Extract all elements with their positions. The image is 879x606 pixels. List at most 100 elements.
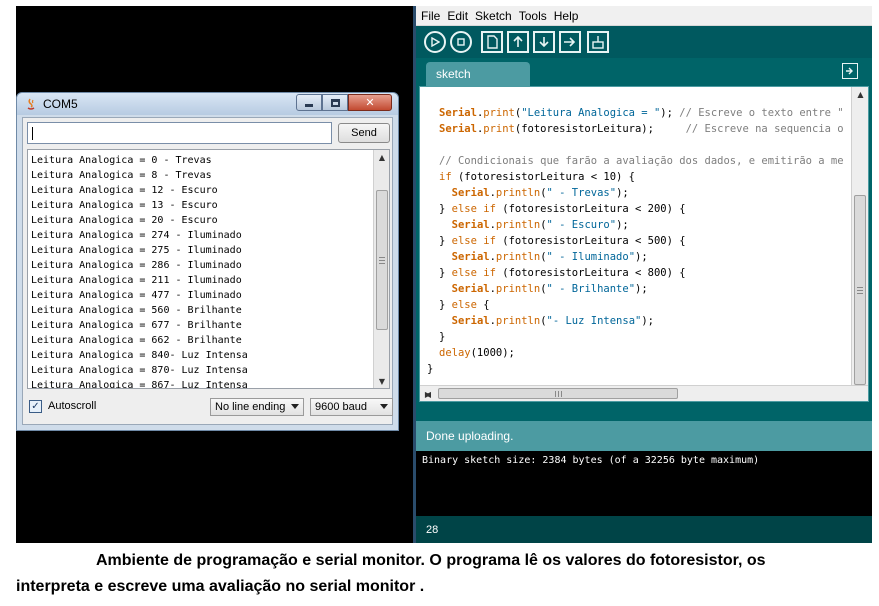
scroll-up-icon[interactable]: ▲	[852, 87, 868, 101]
new-icon[interactable]	[481, 31, 503, 53]
code-token: Serial	[451, 315, 490, 327]
editor-vertical-scrollbar[interactable]: ▲	[851, 87, 868, 387]
maximize-button[interactable]	[322, 94, 348, 111]
serial-monitor-icon[interactable]	[587, 31, 609, 53]
menu-sketch[interactable]: Sketch	[475, 9, 512, 25]
code-line: delay(1000);	[439, 345, 844, 361]
code-token: );	[635, 283, 648, 295]
java-app-icon	[27, 98, 35, 110]
code-line: } else if (fotoresistorLeitura < 200) {	[439, 201, 844, 217]
serial-output-line: Leitura Analogica = 840- Luz Intensa	[31, 350, 248, 361]
code-line: Serial.print("Leitura Analogica = "); //…	[439, 105, 844, 121]
baud-rate-select[interactable]: 9600 baud	[310, 398, 393, 416]
serial-output-line: Leitura Analogica = 13 - Escuro	[31, 200, 218, 211]
code-token: Serial	[451, 187, 490, 199]
serial-output-line: Leitura Analogica = 286 - Iluminado	[31, 260, 242, 271]
code-token: Serial	[439, 123, 477, 135]
code-editor[interactable]: Serial.print("Leitura Analogica = "); //…	[419, 86, 869, 402]
code-token: (1000);	[470, 347, 515, 359]
serial-output-line: Leitura Analogica = 0 - Trevas	[31, 155, 212, 166]
line-ending-select[interactable]: No line ending	[210, 398, 304, 416]
status-message: Done uploading.	[426, 429, 514, 443]
editor-h-scroll-thumb[interactable]	[438, 388, 678, 399]
code-token: println	[495, 187, 541, 199]
minimize-icon	[305, 103, 313, 107]
serial-output-line: Leitura Analogica = 211 - Iluminado	[31, 275, 242, 286]
caption-line-2: interpreta e escreve uma avaliação no se…	[16, 578, 425, 595]
open-icon[interactable]	[507, 31, 529, 53]
code-token: print	[483, 123, 515, 135]
caption-line-1: Ambiente de programação e serial monitor…	[96, 552, 766, 569]
upload-icon[interactable]	[559, 31, 581, 53]
close-icon: ✕	[365, 96, 375, 109]
code-line: if (fotoresistorLeitura < 10) {	[439, 169, 844, 185]
code-token: else	[451, 299, 477, 311]
send-button[interactable]: Send	[338, 123, 390, 143]
code-token: print	[483, 107, 515, 119]
serial-output-line: Leitura Analogica = 8 - Trevas	[31, 170, 212, 181]
code-token: println	[495, 283, 541, 295]
code-token: println	[495, 251, 541, 263]
code-token: (fotoresistorLeitura < 800) {	[495, 267, 686, 279]
menu-file[interactable]: File	[421, 9, 440, 25]
code-token: "- Luz Intensa"	[546, 315, 642, 327]
stop-icon[interactable]	[450, 31, 472, 53]
autoscroll-checkbox[interactable]: ✓	[29, 400, 42, 413]
status-bar: Done uploading.	[416, 421, 872, 451]
minimize-button[interactable]	[296, 94, 322, 111]
code-token: // Escreve na sequencia o	[685, 123, 844, 135]
window-titlebar[interactable]: COM5 ✕	[17, 93, 398, 115]
console-text: Binary sketch size: 2384 bytes (of a 322…	[422, 455, 760, 466]
serial-input-field[interactable]	[27, 122, 332, 144]
close-button[interactable]: ✕	[348, 94, 392, 111]
code-token: );	[635, 251, 648, 263]
code-token: (fotoresistorLeitura < 200) {	[495, 203, 686, 215]
arduino-ide-window: File Edit Sketch Tools Help sketch Serial.	[413, 6, 872, 543]
code-token: else if	[451, 203, 496, 215]
figure-caption: Ambiente de programação e serial monitor…	[16, 548, 866, 600]
serial-output-area[interactable]: Leitura Analogica = 0 - Trevas Leitura An…	[27, 149, 390, 389]
code-token: println	[495, 315, 541, 327]
code-token: else if	[451, 235, 496, 247]
code-token: );	[660, 107, 680, 119]
code-line: } else if (fotoresistorLeitura < 800) {	[439, 265, 844, 281]
code-token: }	[439, 299, 452, 311]
code-token: }	[439, 203, 452, 215]
scroll-down-icon[interactable]: ▼	[374, 374, 389, 388]
autoscroll-label: Autoscroll	[48, 400, 97, 412]
editor-horizontal-scrollbar[interactable]: ◀ ▶	[420, 385, 868, 401]
code-token: }	[439, 235, 452, 247]
serial-output-line: Leitura Analogica = 662 - Brilhante	[31, 335, 242, 346]
menu-bar: File Edit Sketch Tools Help	[416, 6, 872, 26]
code-token: // Escreve o texto entre "	[679, 107, 844, 119]
code-token: delay	[439, 347, 471, 359]
editor-scroll-thumb[interactable]	[854, 195, 866, 385]
code-line: Serial.print(fotoresistorLeitura); // Es…	[439, 121, 844, 137]
menu-help[interactable]: Help	[554, 9, 579, 25]
code-token: "Leitura Analogica = "	[521, 107, 661, 119]
code-line: } else if (fotoresistorLeitura < 500) {	[439, 233, 844, 249]
code-token: }	[427, 363, 434, 375]
line-ending-value: No line ending	[215, 401, 286, 413]
verify-icon[interactable]	[424, 31, 446, 53]
save-icon[interactable]	[533, 31, 555, 53]
code-line: }	[427, 361, 844, 377]
scroll-right-icon[interactable]: ▶	[420, 387, 436, 401]
menu-tools[interactable]: Tools	[519, 9, 547, 25]
menu-edit[interactable]: Edit	[447, 9, 468, 25]
tab-sketch[interactable]: sketch	[426, 62, 530, 86]
code-lines: Serial.print("Leitura Analogica = "); //…	[427, 105, 844, 377]
tab-menu-icon[interactable]	[842, 63, 858, 79]
code-token: );	[616, 219, 629, 231]
scroll-up-icon[interactable]: ▲	[374, 150, 389, 164]
code-token: " - Trevas"	[546, 187, 617, 199]
scroll-thumb[interactable]	[376, 190, 388, 330]
output-scrollbar[interactable]: ▲ ▼	[373, 150, 389, 388]
console-output[interactable]: Binary sketch size: 2384 bytes (of a 322…	[416, 451, 872, 516]
code-token: else if	[451, 267, 496, 279]
code-token: Serial	[439, 107, 477, 119]
